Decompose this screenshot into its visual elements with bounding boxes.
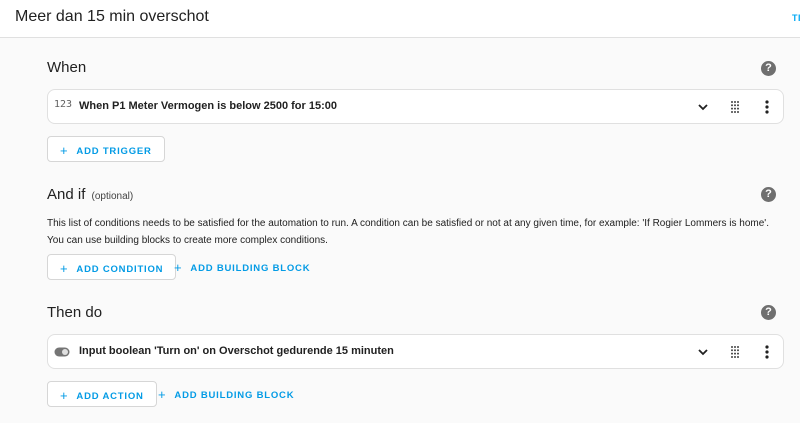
help-icon[interactable]: ? (761, 305, 776, 320)
action-label: Input boolean 'Turn on' on Overschot ged… (79, 345, 394, 357)
plus-icon: + (174, 260, 183, 275)
add-condition-label: ADD CONDITION (76, 264, 164, 275)
add-trigger-button[interactable]: + ADD TRIGGER (47, 136, 165, 162)
chevron-down-icon[interactable] (697, 346, 709, 358)
section-title-when: When (47, 59, 87, 76)
help-icon[interactable]: ? (761, 61, 776, 76)
and-if-title: And if (47, 186, 86, 203)
add-building-block-button[interactable]: + ADD BUILDING BLOCK (164, 254, 320, 280)
section-title-and-if: And if (optional) (47, 186, 133, 203)
plus-icon: + (60, 388, 69, 403)
add-action-label: ADD ACTION (76, 391, 144, 402)
add-building-block-label: ADD BUILDING BLOCK (190, 263, 311, 274)
top-bar: Meer dan 15 min overschot TI (0, 0, 800, 38)
automation-title[interactable]: Meer dan 15 min overschot (15, 8, 209, 26)
plus-icon: + (158, 387, 167, 402)
drag-handle-icon[interactable] (730, 345, 740, 359)
chevron-down-icon[interactable] (697, 101, 709, 113)
more-vertical-icon[interactable] (764, 344, 770, 360)
description-line-2: You can use building blocks to create mo… (47, 235, 328, 246)
action-card[interactable]: Input boolean 'Turn on' on Overschot ged… (47, 334, 784, 369)
plus-icon: + (60, 143, 69, 158)
numeric-123-icon: 123 (54, 99, 73, 110)
optional-label: (optional) (91, 191, 134, 202)
add-action-button[interactable]: + ADD ACTION (47, 381, 157, 407)
drag-handle-icon[interactable] (730, 100, 740, 114)
trigger-label: When P1 Meter Vermogen is below 2500 for… (79, 100, 337, 112)
add-trigger-label: ADD TRIGGER (76, 146, 152, 157)
description-line-1: This list of conditions needs to be sati… (47, 218, 769, 229)
plus-icon: + (60, 261, 69, 276)
corner-link[interactable]: TI (792, 13, 800, 23)
section-title-then-do: Then do (47, 304, 103, 321)
toggle-switch-icon (54, 347, 70, 357)
more-vertical-icon[interactable] (764, 99, 770, 115)
trigger-card[interactable]: 123 When P1 Meter Vermogen is below 2500… (47, 89, 784, 124)
help-icon[interactable]: ? (761, 187, 776, 202)
add-building-block-label: ADD BUILDING BLOCK (174, 390, 295, 401)
add-building-block-button[interactable]: + ADD BUILDING BLOCK (148, 381, 304, 407)
add-condition-button[interactable]: + ADD CONDITION (47, 254, 177, 280)
conditions-description: This list of conditions needs to be sati… (47, 215, 777, 249)
